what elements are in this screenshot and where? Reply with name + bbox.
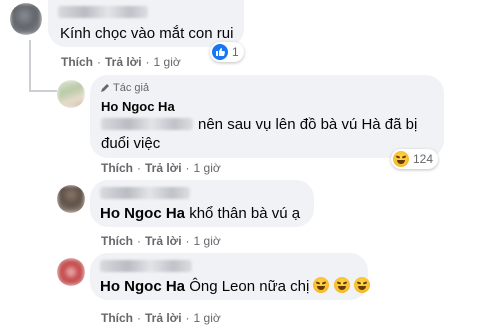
redacted-author-name (100, 260, 192, 272)
separator: · (137, 311, 141, 325)
separator: · (137, 161, 141, 175)
like-icon (212, 44, 228, 60)
reaction-summary[interactable]: 124 (391, 149, 439, 169)
comment-text: Ho Ngoc Ha Ông Leon nữa chị (100, 277, 370, 296)
reaction-count: 1 (232, 45, 239, 59)
mention-tag[interactable]: Ho Ngoc Ha (100, 278, 185, 295)
like-button[interactable]: Thích (61, 55, 93, 69)
avatar[interactable] (10, 3, 42, 35)
reply-button[interactable]: Trả lời (145, 234, 182, 248)
pen-icon (101, 84, 109, 92)
separator: · (185, 161, 190, 175)
reply-button[interactable]: Trả lời (145, 311, 182, 325)
comment-body: Ông Leon nữa chị (189, 278, 310, 295)
separator: · (145, 55, 150, 69)
thread-line (29, 40, 31, 90)
avatar[interactable] (57, 258, 85, 286)
reply-button[interactable]: Trả lời (145, 161, 182, 175)
author-badge: Tác giả (100, 82, 149, 94)
comment-text: nên sau vụ lên đồ bà vú Hà đã bị đuổi vi… (101, 116, 418, 152)
separator: · (137, 234, 141, 248)
separator: · (185, 311, 190, 325)
avatar[interactable] (57, 185, 85, 213)
timestamp[interactable]: 1 giờ (194, 161, 221, 175)
redacted-author-name (100, 187, 190, 199)
like-button[interactable]: Thích (101, 311, 133, 325)
comment-author-name[interactable]: Ho Ngoc Ha (101, 99, 175, 114)
rofl-emoji-icon (333, 277, 350, 293)
timestamp[interactable]: 1 giờ (194, 234, 221, 248)
comment-actions: Thích · Trả lời · 1 giờ (61, 55, 181, 69)
timestamp[interactable]: 1 giờ (194, 311, 221, 325)
reaction-count: 124 (413, 152, 434, 166)
thread-line (29, 90, 57, 92)
comment-actions: Thích · Trả lời · 1 giờ (101, 234, 221, 248)
author-badge-label: Tác giả (113, 82, 150, 94)
comment-text: Kính chọc vào mắt con rui (60, 25, 234, 42)
comment-text: Ho Ngoc Ha khổ thân bà vú ạ (100, 204, 300, 223)
like-button[interactable]: Thích (101, 234, 133, 248)
haha-icon (393, 151, 409, 167)
separator: · (97, 55, 101, 69)
like-button[interactable]: Thích (101, 161, 133, 175)
comment-body: khổ thân bà vú ạ (189, 205, 301, 222)
redacted-author-name (58, 6, 148, 18)
avatar[interactable] (57, 80, 85, 108)
comment-actions: Thích · Trả lời · 1 giờ (101, 311, 221, 325)
reaction-summary[interactable]: 1 (210, 42, 244, 62)
rofl-emoji-icon (353, 277, 370, 293)
reply-button[interactable]: Trả lời (105, 55, 142, 69)
separator: · (185, 234, 190, 248)
comment-actions: Thích · Trả lời · 1 giờ (101, 161, 221, 175)
timestamp[interactable]: 1 giờ (154, 55, 181, 69)
rofl-emoji-icon (313, 277, 330, 293)
mention-tag[interactable]: Ho Ngoc Ha (100, 205, 185, 222)
